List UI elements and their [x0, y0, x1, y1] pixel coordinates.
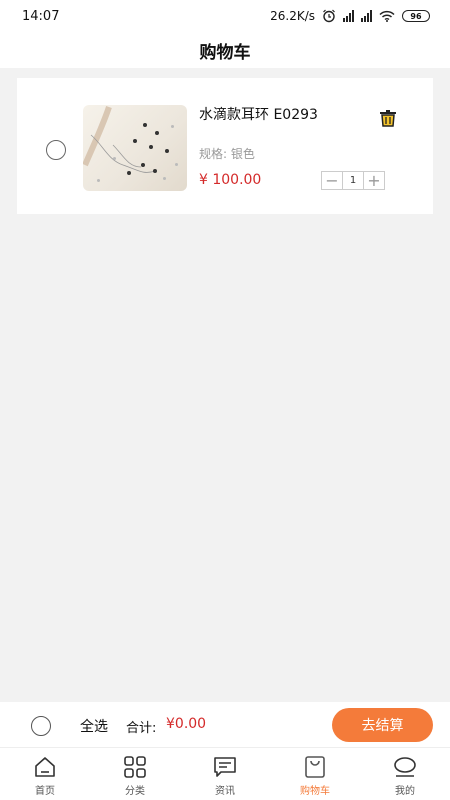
tab-category[interactable]: 分类	[90, 748, 180, 800]
product-title[interactable]: 水滴款耳环 E0293	[199, 104, 318, 124]
news-icon	[214, 757, 236, 777]
signal-icon-1	[343, 10, 354, 22]
network-speed: 26.2K/s	[270, 9, 315, 23]
home-icon	[35, 757, 55, 777]
tab-label: 购物车	[300, 786, 330, 797]
tab-label: 分类	[125, 786, 145, 797]
page-header: 购物车	[0, 32, 450, 68]
battery-icon: 96	[402, 10, 430, 22]
bottom-tab-bar: 首页 分类 资讯 购物车 我的	[0, 748, 450, 800]
decrease-button[interactable]: −	[322, 172, 342, 189]
tab-news[interactable]: 资讯	[180, 748, 270, 800]
product-spec: 规格: 银色	[199, 147, 255, 161]
wifi-icon	[379, 10, 395, 22]
cart-icon	[305, 756, 325, 778]
product-price: ¥ 100.00	[199, 172, 262, 188]
alarm-icon	[323, 9, 335, 23]
select-all-radio[interactable]	[31, 716, 51, 736]
quantity-value[interactable]: 1	[342, 172, 364, 189]
increase-button[interactable]: +	[364, 172, 384, 189]
status-indicators: 26.2K/s 96	[270, 9, 430, 23]
status-bar: 14:07 26.2K/s 96	[0, 0, 450, 32]
item-select-radio[interactable]	[46, 140, 66, 160]
checkout-button[interactable]: 去结算	[332, 708, 433, 742]
grid-icon	[124, 756, 146, 778]
tab-profile[interactable]: 我的	[360, 748, 450, 800]
select-all-label[interactable]: 全选	[80, 716, 108, 736]
quantity-stepper: − 1 +	[321, 171, 385, 190]
cart-item: 水滴款耳环 E0293 规格: 银色 ¥ 100.00 − 1 +	[17, 78, 433, 214]
tab-label: 我的	[395, 786, 415, 797]
signal-icon-2	[361, 10, 372, 22]
total-value: ¥0.00	[166, 716, 207, 732]
profile-icon	[394, 757, 416, 777]
tab-label: 资讯	[215, 786, 235, 797]
status-time: 14:07	[22, 8, 60, 24]
tab-cart[interactable]: 购物车	[270, 748, 360, 800]
total-label: 合计:	[126, 721, 157, 736]
page-title: 购物车	[199, 42, 251, 63]
tab-home[interactable]: 首页	[0, 748, 90, 800]
checkout-bar: 全选 合计: ¥0.00 去结算	[0, 702, 450, 748]
product-image[interactable]	[83, 105, 187, 191]
tab-label: 首页	[35, 786, 55, 797]
delete-icon[interactable]	[378, 109, 398, 127]
